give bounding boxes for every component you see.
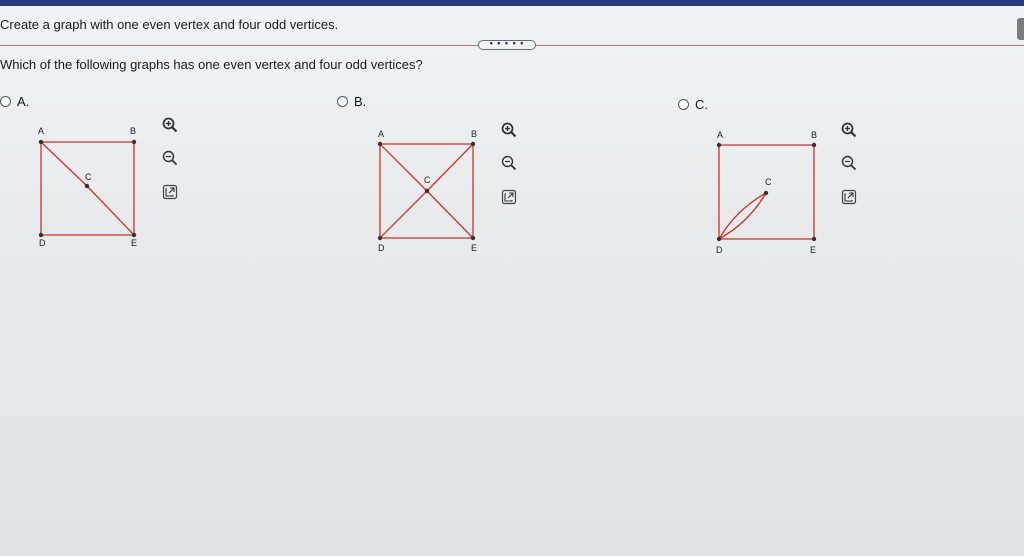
graph-vertex-b	[470, 141, 476, 147]
graph-edge-cd	[379, 190, 428, 239]
zoom-out-icon[interactable]	[840, 154, 858, 172]
graph-vertex-c	[763, 190, 769, 196]
graph-edge-ac	[379, 143, 428, 192]
graph-vertex-d	[716, 236, 722, 242]
zoom-out-icon[interactable]	[161, 149, 179, 167]
option-c-radio[interactable]	[678, 99, 689, 110]
option-c[interactable]: C.	[678, 97, 708, 112]
option-a-radio[interactable]	[0, 96, 11, 107]
vertex-label-e: E	[131, 238, 137, 248]
vertex-label-c: C	[765, 177, 772, 187]
graph-edge-ce	[86, 185, 135, 236]
graph-edge-dc-lower	[718, 192, 767, 240]
option-b-graph: A B C D E	[377, 129, 477, 253]
option-b-letter: B.	[354, 94, 367, 109]
zoom-in-icon[interactable]	[840, 121, 858, 139]
graph-edge-ac	[40, 141, 88, 187]
question-text: Which of the following graphs has one ev…	[0, 57, 423, 72]
vertex-label-a: A	[378, 129, 384, 139]
vertex-label-b: B	[471, 129, 477, 139]
graph-vertex-a	[377, 141, 383, 147]
instruction-text: Create a graph with one even vertex and …	[0, 17, 339, 32]
graph-vertex-c	[84, 183, 90, 189]
pop-out-icon[interactable]	[500, 188, 518, 206]
vertex-label-d: D	[378, 243, 385, 253]
graph-vertex-c	[424, 188, 430, 194]
graph-vertex-a	[38, 139, 44, 145]
vertex-label-e: E	[810, 245, 816, 255]
graph-edge-dc-upper	[718, 192, 767, 240]
option-b[interactable]: B.	[337, 94, 366, 109]
vertex-label-c: C	[85, 172, 92, 182]
vertex-label-d: D	[716, 245, 723, 255]
option-c-letter: C.	[695, 97, 708, 112]
graph-vertex-d	[38, 232, 44, 238]
option-b-radio[interactable]	[337, 96, 348, 107]
graph-edge-ce	[426, 190, 474, 239]
top-bar	[0, 0, 1024, 6]
option-c-graph: A B C D E	[716, 130, 817, 255]
zoom-in-icon[interactable]	[500, 121, 518, 139]
vertex-label-e: E	[471, 243, 477, 253]
zoom-out-icon[interactable]	[500, 154, 518, 172]
vertex-label-a: A	[717, 130, 723, 140]
graph-vertex-b	[811, 142, 817, 148]
graph-edge-bc	[426, 143, 474, 192]
scrollbar-thumb[interactable]	[1017, 18, 1024, 40]
graph-vertex-b	[131, 139, 137, 145]
option-a-graph: A B C D E	[38, 126, 137, 248]
vertex-label-b: B	[811, 130, 817, 140]
option-a[interactable]: A.	[0, 94, 29, 109]
option-a-letter: A.	[17, 94, 30, 109]
graph-vertex-a	[716, 142, 722, 148]
pop-out-icon[interactable]	[840, 188, 858, 206]
vertex-label-d: D	[39, 238, 46, 248]
vertex-label-c: C	[424, 175, 431, 185]
vertex-label-a: A	[38, 126, 44, 136]
graph-vertex-d	[377, 235, 383, 241]
collapse-handle[interactable]: • • • • •	[478, 39, 536, 50]
vertex-label-b: B	[130, 126, 136, 136]
graph-vertex-e	[811, 236, 817, 242]
zoom-in-icon[interactable]	[161, 116, 179, 134]
graph-vertex-e	[470, 235, 476, 241]
graph-vertex-e	[131, 232, 137, 238]
pop-out-icon[interactable]	[161, 183, 179, 201]
